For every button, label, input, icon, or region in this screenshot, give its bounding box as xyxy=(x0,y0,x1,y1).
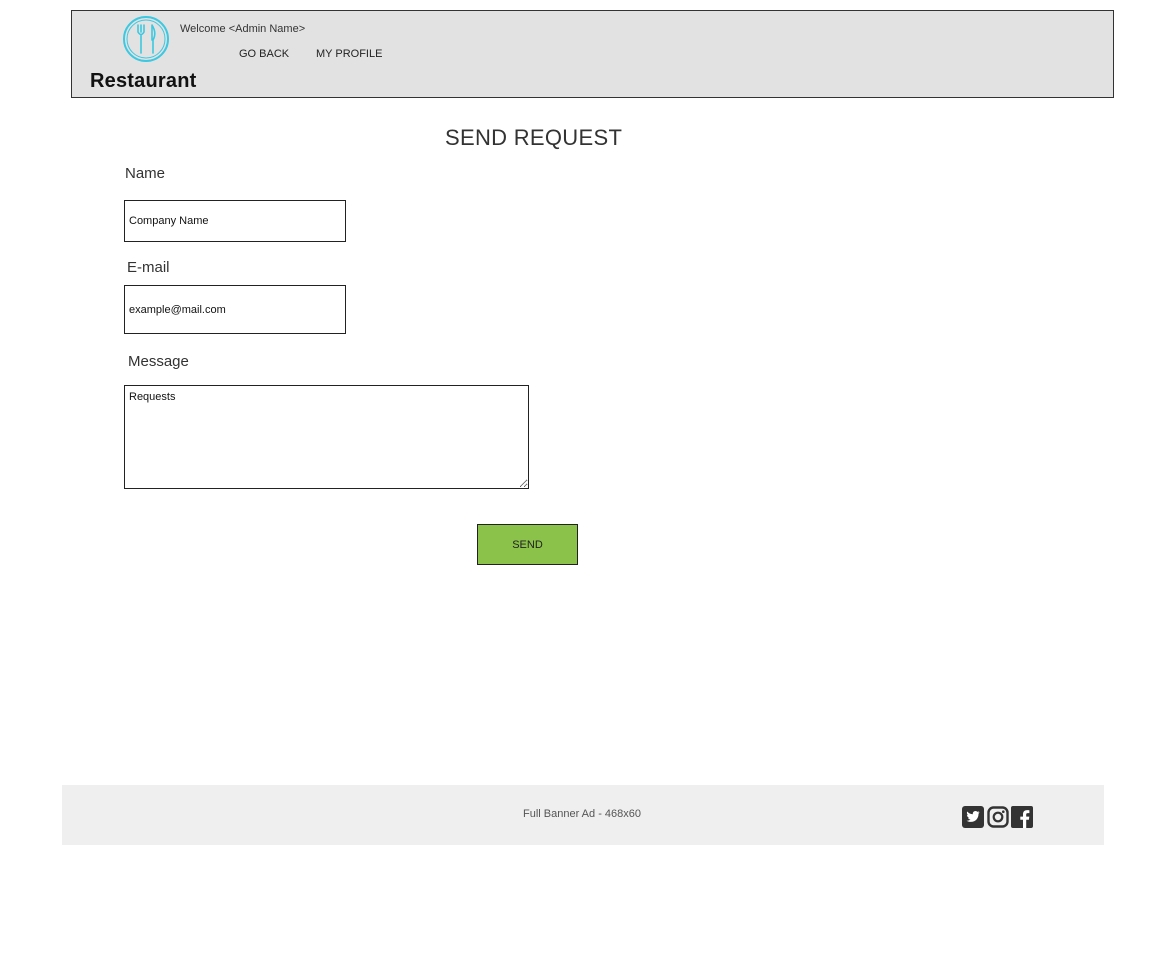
facebook-icon[interactable] xyxy=(1011,806,1033,828)
welcome-text: Welcome <Admin Name> xyxy=(180,23,306,35)
instagram-icon[interactable] xyxy=(987,806,1009,828)
page: Restaurant Welcome <Admin Name> GO BACK … xyxy=(0,0,1164,956)
message-label: Message xyxy=(128,353,189,370)
message-textarea[interactable] xyxy=(124,385,529,489)
page-title: SEND REQUEST xyxy=(445,125,623,150)
my-profile-link[interactable]: MY PROFILE xyxy=(316,48,382,60)
send-button[interactable]: SEND xyxy=(477,524,578,565)
twitter-icon[interactable] xyxy=(962,806,984,828)
email-label: E-mail xyxy=(127,259,170,276)
go-back-link[interactable]: GO BACK xyxy=(239,48,289,60)
email-input[interactable] xyxy=(124,285,346,334)
name-label: Name xyxy=(125,165,166,182)
cutlery-icon xyxy=(123,16,169,62)
footer: Full Banner Ad - 468x60 xyxy=(62,785,1104,845)
logo-text: Restaurant xyxy=(90,70,197,92)
banner-ad[interactable]: Full Banner Ad - 468x60 xyxy=(62,808,1102,820)
header: Restaurant Welcome <Admin Name> GO BACK … xyxy=(71,10,1114,98)
name-input[interactable] xyxy=(124,200,346,242)
